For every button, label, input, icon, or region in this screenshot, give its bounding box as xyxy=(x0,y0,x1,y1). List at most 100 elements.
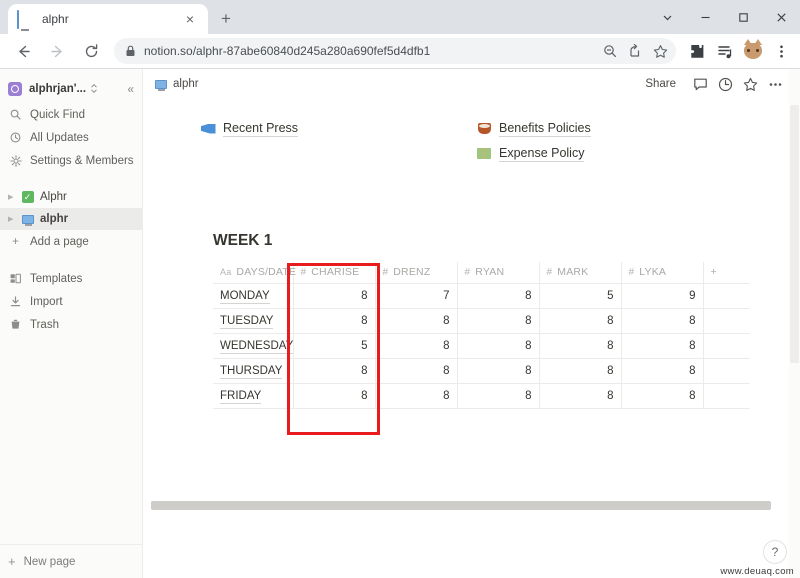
column-header-ryan[interactable]: # RYAN xyxy=(457,262,540,284)
cell-lyka[interactable]: 8 xyxy=(621,333,704,359)
link-column-right: Benefits Policies Expense Policy xyxy=(475,116,751,166)
chrome-menu-icon[interactable] xyxy=(768,38,794,64)
reading-list-icon[interactable] xyxy=(712,38,738,64)
cell-ryan[interactable]: 8 xyxy=(457,283,540,309)
column-header-charise[interactable]: # CHARISE xyxy=(293,262,376,284)
cell-charise[interactable]: 8 xyxy=(293,358,376,384)
row-day-cell[interactable]: FRIDAY xyxy=(213,383,294,409)
cell-drenz[interactable]: 8 xyxy=(375,308,458,334)
row-day-cell[interactable]: THURSDAY xyxy=(213,358,294,384)
cell-drenz[interactable]: 8 xyxy=(375,358,458,384)
sidebar-item-all-updates[interactable]: All Updates xyxy=(0,126,142,149)
close-window-button[interactable] xyxy=(762,0,800,34)
address-bar[interactable]: notion.so/alphr-87abe60840d245a280a690fe… xyxy=(114,38,676,64)
help-button[interactable]: ? xyxy=(763,540,787,564)
add-page-label: Add a page xyxy=(30,235,89,248)
reload-button[interactable] xyxy=(77,37,105,65)
cell-empty[interactable] xyxy=(703,308,750,334)
site-security-lock-icon xyxy=(125,45,136,57)
cell-charise[interactable]: 8 xyxy=(293,383,376,409)
row-day-cell[interactable]: MONDAY xyxy=(213,283,294,309)
cell-ryan[interactable]: 8 xyxy=(457,333,540,359)
sidebar-item-settings-members[interactable]: Settings & Members xyxy=(0,149,142,172)
cell-lyka[interactable]: 9 xyxy=(621,283,704,309)
table-row[interactable]: TUESDAY 8 8 8 8 8 xyxy=(213,308,750,334)
table-row[interactable]: MONDAY 8 7 8 5 9 xyxy=(213,283,750,309)
vertical-scrollbar-track[interactable] xyxy=(789,69,800,578)
cell-drenz[interactable]: 8 xyxy=(375,383,458,409)
row-day-cell[interactable]: WEDNESDAY xyxy=(213,333,294,359)
cell-empty[interactable] xyxy=(703,333,750,359)
share-icon[interactable] xyxy=(623,39,647,63)
sidebar-page-alphr-active[interactable]: ▶ alphr xyxy=(0,208,142,230)
cell-drenz[interactable]: 7 xyxy=(375,283,458,309)
back-button[interactable] xyxy=(9,37,37,65)
more-options-icon[interactable] xyxy=(764,73,786,95)
zoom-out-icon[interactable] xyxy=(598,39,622,63)
number-type-icon: # xyxy=(464,267,471,279)
cell-mark[interactable]: 8 xyxy=(539,383,622,409)
sidebar-item-quick-find[interactable]: Quick Find xyxy=(0,103,142,126)
row-day-cell[interactable]: TUESDAY xyxy=(213,308,294,334)
tab-close-icon[interactable]: × xyxy=(181,10,199,28)
watermark: www.deuaq.com xyxy=(720,566,794,577)
maximize-button[interactable] xyxy=(724,0,762,34)
page-link-benefits-policies[interactable]: Benefits Policies xyxy=(475,116,751,141)
column-header-lyka[interactable]: # LYKA xyxy=(621,262,704,284)
new-page-button[interactable]: + New page xyxy=(0,544,142,578)
column-header-mark[interactable]: # MARK xyxy=(539,262,622,284)
comment-icon[interactable] xyxy=(689,73,711,95)
forward-button[interactable] xyxy=(43,37,71,65)
cell-empty[interactable] xyxy=(703,383,750,409)
sidebar-item-templates[interactable]: Templates xyxy=(0,267,142,290)
cell-mark[interactable]: 5 xyxy=(539,283,622,309)
table-row[interactable]: FRIDAY 8 8 8 8 8 xyxy=(213,383,750,409)
cell-empty[interactable] xyxy=(703,283,750,309)
workspace-switcher[interactable]: alphrjan'... « xyxy=(0,75,142,103)
browser-tab[interactable]: alphr × xyxy=(8,4,208,34)
page-link-expense-policy[interactable]: Expense Policy xyxy=(475,141,751,166)
cell-ryan[interactable]: 8 xyxy=(457,358,540,384)
sidebar-item-trash[interactable]: Trash xyxy=(0,313,142,336)
cell-empty[interactable] xyxy=(703,358,750,384)
favorite-star-icon[interactable] xyxy=(739,73,761,95)
cell-charise[interactable]: 5 xyxy=(293,333,376,359)
cell-mark[interactable]: 8 xyxy=(539,333,622,359)
browser-window: alphr × + notion.so/alphr-87abe60840d245… xyxy=(0,0,800,578)
bookmark-star-icon[interactable] xyxy=(648,39,672,63)
profile-avatar-cat[interactable] xyxy=(740,38,766,64)
cell-lyka[interactable]: 8 xyxy=(621,383,704,409)
table-row[interactable]: WEDNESDAY 5 8 8 8 8 xyxy=(213,333,750,359)
minimize-button[interactable] xyxy=(686,0,724,34)
sidebar-add-a-page[interactable]: + Add a page xyxy=(0,230,142,253)
cell-mark[interactable]: 8 xyxy=(539,308,622,334)
cell-ryan[interactable]: 8 xyxy=(457,383,540,409)
breadcrumb[interactable]: alphr xyxy=(155,78,199,91)
extensions-puzzle-icon[interactable] xyxy=(684,38,710,64)
cell-lyka[interactable]: 8 xyxy=(621,308,704,334)
horizontal-scrollbar[interactable] xyxy=(151,501,771,510)
chevron-right-icon[interactable]: ▶ xyxy=(8,193,18,201)
cell-mark[interactable]: 8 xyxy=(539,358,622,384)
add-column-button[interactable]: + xyxy=(703,262,750,284)
cell-ryan[interactable]: 8 xyxy=(457,308,540,334)
updates-clock-icon[interactable] xyxy=(714,73,736,95)
cell-charise[interactable]: 8 xyxy=(293,283,376,309)
number-type-icon: # xyxy=(300,267,307,279)
vertical-scrollbar-thumb[interactable] xyxy=(790,105,799,363)
cell-lyka[interactable]: 8 xyxy=(621,358,704,384)
new-tab-button[interactable]: + xyxy=(212,5,240,33)
table-row[interactable]: THURSDAY 8 8 8 8 8 xyxy=(213,358,750,384)
column-header-drenz[interactable]: # DRENZ xyxy=(375,262,458,284)
sidebar-item-import[interactable]: Import xyxy=(0,290,142,313)
page-link-recent-press[interactable]: Recent Press xyxy=(199,116,475,141)
share-button[interactable]: Share xyxy=(645,78,676,90)
sidebar-page-alphr-checked[interactable]: ▶ ✓ Alphr xyxy=(0,186,142,208)
cell-charise[interactable]: 8 xyxy=(293,308,376,334)
tab-search-chevron-down-icon[interactable] xyxy=(648,0,686,34)
chevron-right-icon[interactable]: ▶ xyxy=(8,215,18,223)
column-header-days-date[interactable]: Aa DAYS/DATE xyxy=(213,262,296,284)
collapse-sidebar-icon[interactable]: « xyxy=(127,82,134,96)
cell-drenz[interactable]: 8 xyxy=(375,333,458,359)
workspace-chevron-updown-icon[interactable] xyxy=(90,83,98,96)
